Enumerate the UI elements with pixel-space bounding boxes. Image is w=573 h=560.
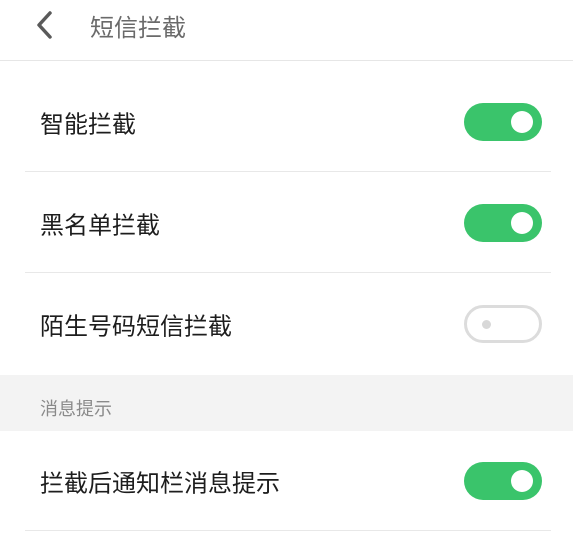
section-title: 消息提示: [40, 399, 112, 420]
setting-label-smart-block: 智能拦截: [40, 110, 136, 139]
setting-row-notification-after-block[interactable]: 拦截后通知栏消息提示: [0, 431, 573, 531]
toggle-knob: [511, 470, 533, 492]
section-header-notifications: 消息提示: [0, 375, 573, 431]
setting-row-stranger-sms-block[interactable]: 陌生号码短信拦截: [0, 274, 573, 374]
sms-block-settings-page: 短信拦截 智能拦截 黑名单拦截 陌生号码短信拦截 消息提示 拦截后通知栏消息提示: [0, 0, 573, 560]
row-divider: [25, 530, 551, 531]
notification-after-block-toggle[interactable]: [464, 462, 542, 500]
top-bar: 短信拦截: [0, 0, 573, 61]
chevron-left-icon: [37, 11, 52, 39]
back-button[interactable]: [30, 10, 60, 40]
smart-block-toggle[interactable]: [464, 103, 542, 141]
row-divider: [25, 171, 551, 172]
toggle-knob: [511, 212, 533, 234]
toggle-knob: [482, 320, 491, 329]
stranger-sms-block-toggle[interactable]: [464, 305, 542, 343]
setting-row-smart-block[interactable]: 智能拦截: [0, 72, 573, 172]
row-divider: [25, 272, 551, 273]
setting-label-blacklist-block: 黑名单拦截: [40, 211, 160, 240]
setting-label-stranger-sms-block: 陌生号码短信拦截: [40, 312, 232, 341]
page-title: 短信拦截: [90, 14, 186, 42]
setting-row-blacklist-block[interactable]: 黑名单拦截: [0, 173, 573, 273]
toggle-knob: [511, 111, 533, 133]
setting-label-notification-after-block: 拦截后通知栏消息提示: [40, 469, 280, 498]
blacklist-block-toggle[interactable]: [464, 204, 542, 242]
